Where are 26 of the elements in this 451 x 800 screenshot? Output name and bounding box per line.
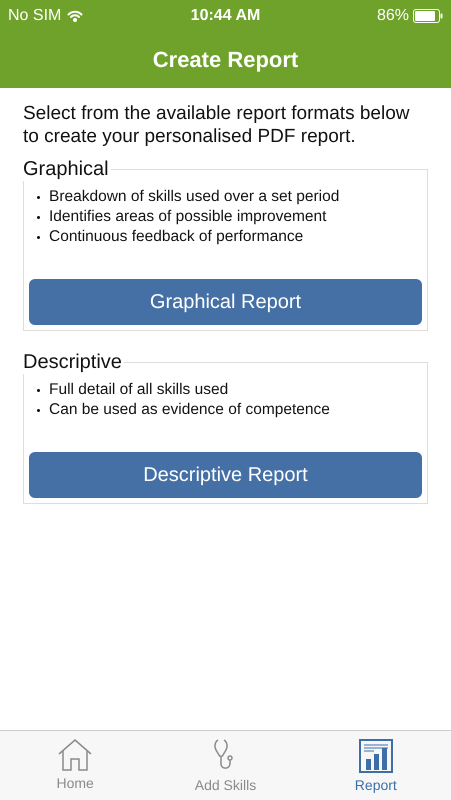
bullet-icon xyxy=(37,196,40,199)
bar-chart-icon xyxy=(358,739,393,773)
home-icon xyxy=(58,739,92,771)
bullet-icon xyxy=(37,216,40,219)
tab-bar-item[interactable]: Report xyxy=(300,731,451,800)
tab-bar-item[interactable]: Add Skills xyxy=(150,731,301,800)
battery-percentage: 86% xyxy=(376,7,409,25)
carrier-label: No SIM xyxy=(8,7,62,25)
feature-text: Continuous feedback of performance xyxy=(49,227,304,247)
feature-text: Breakdown of skills used over a set period xyxy=(49,187,340,207)
bullet-icon xyxy=(37,409,40,412)
feature-text: Identifies areas of possible improvement xyxy=(49,207,326,227)
battery-icon xyxy=(413,9,443,23)
screen-title: Create Report xyxy=(152,47,298,73)
feature-text: Full detail of all skills used xyxy=(49,380,228,400)
section-title: Graphical xyxy=(23,158,110,181)
intro-text: Select from the available report formats below to create your personalised PDF report. xyxy=(23,102,411,148)
wifi-icon xyxy=(67,10,84,22)
status-time: 10:44 AM xyxy=(190,7,260,25)
tab-bar-item[interactable]: Home xyxy=(0,731,150,800)
bullet-icon xyxy=(37,389,40,392)
report-button[interactable]: Descriptive Report xyxy=(29,452,422,498)
report-button[interactable]: Graphical Report xyxy=(29,279,422,325)
section-title: Descriptive xyxy=(23,351,123,374)
feature-text: Can be used as evidence of competence xyxy=(49,400,330,420)
bullet-icon xyxy=(37,236,40,239)
